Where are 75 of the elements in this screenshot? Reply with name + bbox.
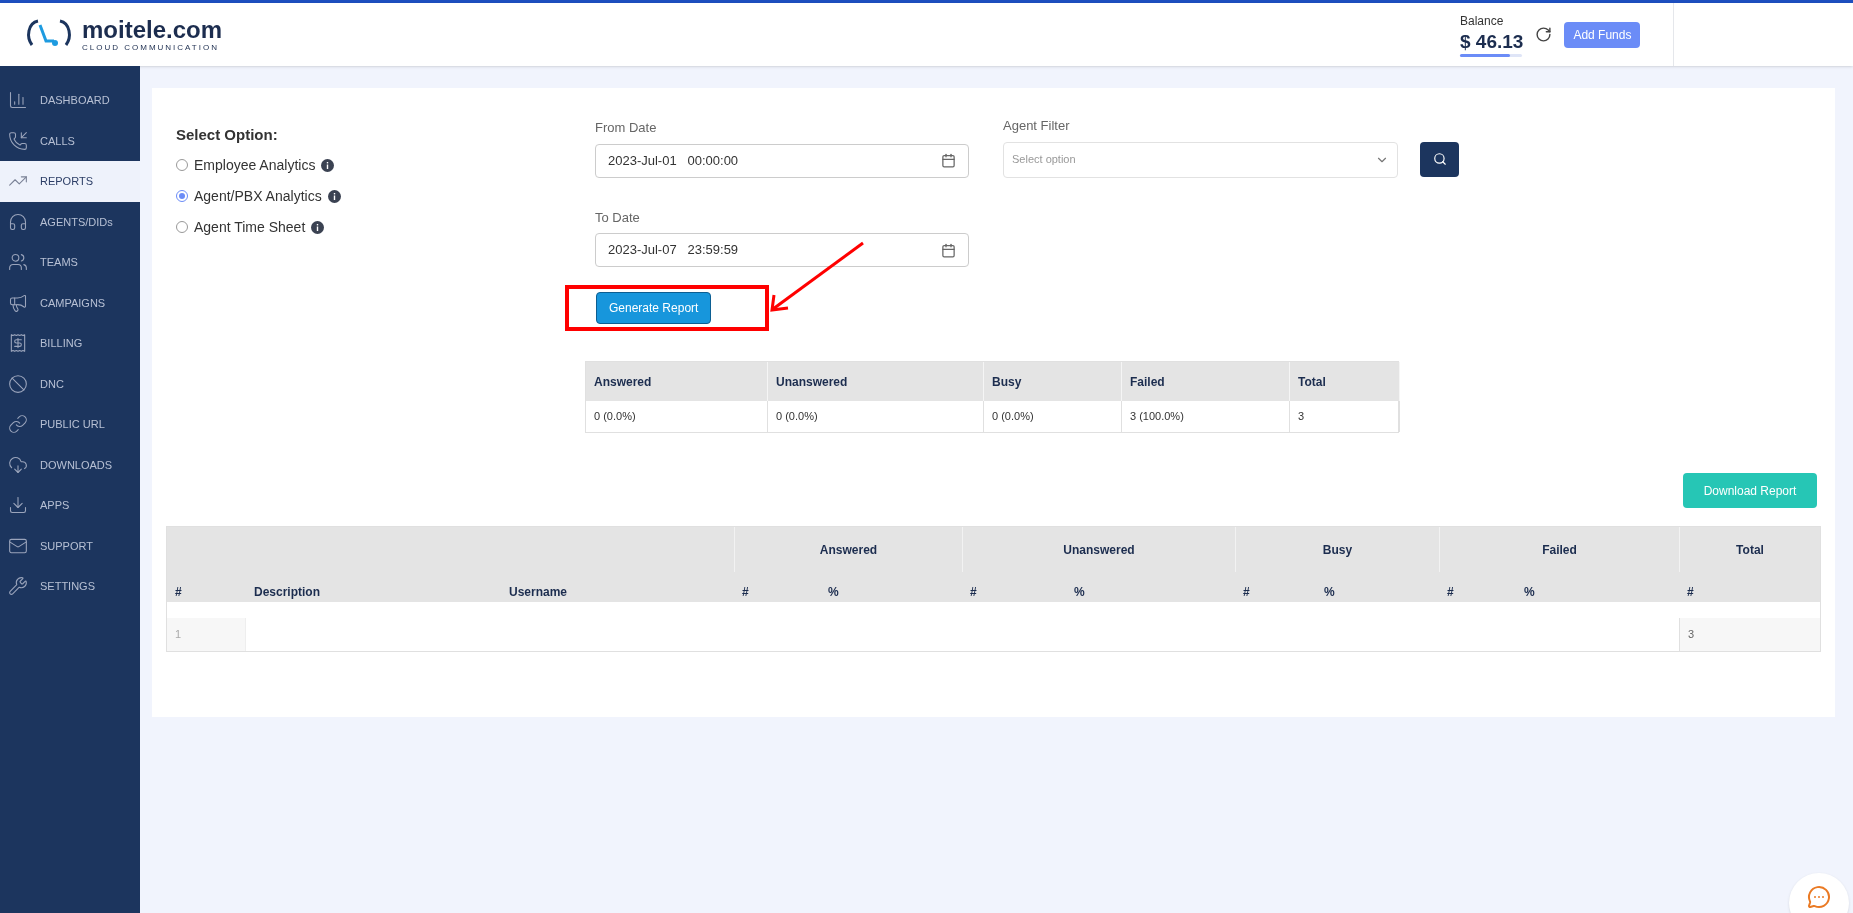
- table-header: %: [820, 572, 962, 602]
- table-header: Busy: [984, 362, 1122, 401]
- field-label: Agent Filter: [1003, 117, 1071, 135]
- field-label: From Date: [595, 119, 658, 137]
- sidebar-item[interactable]: SETTINGS: [0, 566, 140, 607]
- table-header: Busy: [1235, 527, 1439, 572]
- table-header: Answered: [734, 527, 962, 572]
- sidebar-item[interactable]: TEAMS: [0, 242, 140, 283]
- logo-tagline: CLOUD COMMUNICATION: [82, 43, 220, 52]
- headset-icon: [8, 211, 28, 232]
- table-header: %: [1316, 572, 1439, 602]
- table-header: Total: [1679, 527, 1820, 572]
- table-header: #: [734, 572, 820, 602]
- calendar-icon[interactable]: [941, 153, 956, 168]
- option-label[interactable]: Agent/PBX Analytics: [194, 185, 322, 207]
- options-title: Select Option:: [176, 125, 279, 145]
- table-cell: 3: [1679, 618, 1820, 651]
- sidebar-item[interactable]: CALLS: [0, 120, 140, 161]
- table-cell: 3 (100.0%): [1122, 401, 1290, 432]
- search-icon: [1432, 152, 1447, 166]
- prohibited-icon: [8, 373, 28, 394]
- megaphone-icon: [8, 292, 28, 313]
- sidebar-item[interactable]: APPS: [0, 485, 140, 526]
- field-label: To Date: [595, 208, 641, 227]
- sidebar-item[interactable]: DNC: [0, 363, 140, 404]
- table-header: Failed: [1439, 527, 1679, 572]
- search-button[interactable]: [1420, 141, 1459, 177]
- table-header: Username: [501, 572, 734, 602]
- table-header: #: [167, 572, 246, 602]
- sidebar-item[interactable]: PUBLIC URL: [0, 404, 140, 445]
- cloud-download-icon: [8, 454, 28, 475]
- table-cell: 1: [167, 618, 246, 651]
- invoice-icon: [8, 333, 28, 354]
- table-header: Unanswered: [768, 362, 984, 401]
- table-header: #: [962, 572, 1066, 602]
- table-cell: 0 (0.0%): [984, 401, 1122, 432]
- info-icon: [311, 220, 325, 234]
- balance-value: $ 46.13: [1460, 30, 1524, 54]
- table-header: #: [1439, 572, 1516, 602]
- chat-icon: [1807, 885, 1831, 909]
- table-header: %: [1066, 572, 1235, 602]
- table-header: Failed: [1122, 362, 1290, 401]
- table-header: Description: [246, 572, 501, 602]
- table-cell: 0 (0.0%): [768, 401, 984, 432]
- table-header: #: [1679, 572, 1820, 602]
- sidebar-item[interactable]: DOWNLOADS: [0, 444, 140, 485]
- link-icon: [8, 414, 28, 435]
- table-cell: 0 (0.0%): [586, 401, 768, 432]
- option-label[interactable]: Employee Analytics: [194, 154, 316, 176]
- sidebar-item[interactable]: DASHBOARD: [0, 80, 140, 121]
- wrench-icon: [8, 576, 28, 597]
- table-header: %: [1516, 572, 1679, 602]
- phone-icon: [8, 130, 28, 151]
- table-header: Answered: [586, 362, 768, 401]
- sidebar-item[interactable]: BILLING: [0, 323, 140, 364]
- sidebar-item[interactable]: REPORTS: [0, 161, 140, 202]
- logo-name: moitele.com: [82, 17, 223, 42]
- info-icon: [327, 189, 341, 203]
- info-icon: [321, 158, 335, 172]
- from-date-field[interactable]: 2023-Jul-01 00:00:00: [595, 143, 969, 178]
- refresh-icon[interactable]: [1535, 26, 1553, 43]
- bar-chart-icon: [8, 90, 28, 111]
- table-header: #: [1235, 572, 1316, 602]
- download-icon: [8, 495, 28, 516]
- sidebar-item[interactable]: AGENTS/DIDs: [0, 201, 140, 242]
- to-date-field[interactable]: 2023-Jul-07 23:59:59: [595, 233, 969, 267]
- people-icon: [8, 252, 28, 273]
- table-header: Total: [1290, 362, 1400, 401]
- table-cell: 3: [1290, 401, 1400, 432]
- sidebar-item[interactable]: CAMPAIGNS: [0, 282, 140, 323]
- option-label[interactable]: Agent Time Sheet: [194, 216, 306, 238]
- sidebar-item[interactable]: SUPPORT: [0, 525, 140, 566]
- table-header: Unanswered: [962, 527, 1235, 572]
- calendar-icon[interactable]: [941, 242, 956, 258]
- balance-label: Balance: [1460, 13, 1505, 31]
